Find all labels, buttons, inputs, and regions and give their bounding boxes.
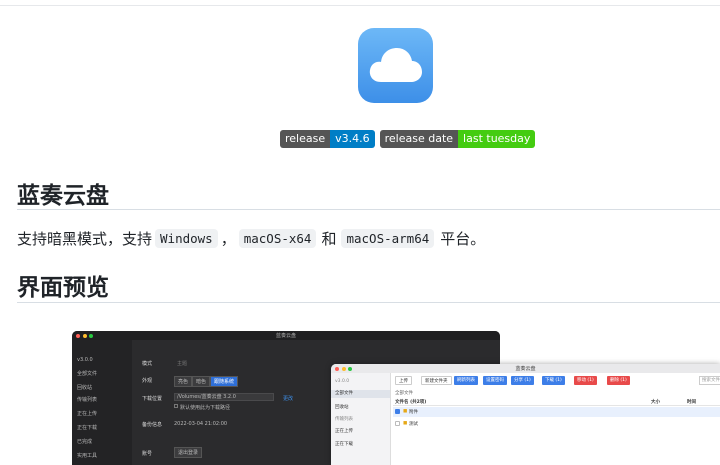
upload-button[interactable]: 上传 [395,376,412,385]
set-password-button[interactable]: 设置密码 [483,376,507,385]
header-size[interactable]: 大小 [651,399,660,405]
light-window-title: 蓝奏云盘 [515,366,536,372]
code-windows: Windows [155,229,218,248]
header-name[interactable]: 文件名 (共2项) [395,399,426,405]
light-sidebar-item[interactable]: 正在上传 [335,428,353,434]
theme-value: 主题 [177,361,188,367]
para-and: 和 [321,230,337,248]
release-date-badge-label: release date [379,130,459,148]
download-label: 下载位置 [142,396,163,402]
dark-sidebar-item: 回收站 [77,385,93,391]
logout-button[interactable]: 退出登录 [174,447,203,458]
para-prefix: 支持暗黑模式，支持 [17,230,153,248]
search-input[interactable]: 搜索文件 [699,376,720,385]
light-sidebar-item-active[interactable]: 全部文件 [331,390,390,398]
dark-sidebar-item: 传输列表 [77,397,98,403]
dark-sidebar-item: 实用工具 [77,453,98,459]
heading-lanzou: 蓝奏云盘 [17,183,109,209]
theme-label: 模式 [142,361,153,367]
light-sidebar-item: 传输列表 [335,417,353,422]
download-path-field[interactable]: /Volumes/蓝奏云盘 3.2.0 [174,393,274,401]
backup-value: 2022-03-04 21:02:00 [174,421,228,427]
new-folder-button[interactable]: 新建文件夹 [421,376,452,385]
delete-button[interactable]: 删除 (1) [607,376,630,385]
table-header [393,398,720,406]
para-suffix: 平台。 [440,230,486,248]
light-sidebar-item[interactable]: 正在下载 [335,441,353,447]
code-macos-arm64: macOS-arm64 [341,229,435,248]
table-row-selected[interactable] [393,407,720,417]
account-label: 账号 [142,451,153,457]
share-button[interactable]: 分享 (1) [511,376,534,385]
dark-sidebar-item: 正在下载 [77,425,98,431]
heading-preview: 界面预览 [17,275,109,301]
code-macos-x64: macOS-x64 [238,229,317,248]
dark-sidebar-item: 正在上传 [77,411,98,417]
row-checkbox-checked[interactable] [395,409,400,414]
row-checkbox[interactable] [395,421,400,426]
appearance-system[interactable]: 跟随系统 [210,376,239,387]
heading-rule [17,209,720,210]
release-badge[interactable]: release v3.4.6 [280,130,375,148]
app-logo-icon [358,28,433,103]
file-name[interactable]: 附件 [409,409,418,415]
breadcrumb[interactable]: 全部文件 [395,390,413,396]
dark-sidebar-item: 全部文件 [77,371,98,377]
folder-icon: ■ [403,421,408,426]
dark-window-title: 蓝奏云盘 [275,333,296,339]
dark-titlebar: 蓝奏云盘 [72,331,500,340]
change-path-link[interactable]: 更改 [283,395,293,402]
light-titlebar: 蓝奏云盘 [331,364,720,373]
light-mode-screenshot: 蓝奏云盘 v3.0.0 全部文件 回收站 传输列表 正在上传 正在下载 上传 新… [331,364,720,465]
cloud-icon [369,48,422,82]
support-paragraph: 支持暗黑模式，支持 Windows ， macOS-x64 和 macOS-ar… [17,228,485,249]
default-path-label: 默认使用此为下载路径 [180,405,231,411]
release-badge-label: release [280,130,331,148]
top-divider [0,5,720,6]
release-date-badge[interactable]: release date last tuesday [379,130,536,148]
light-sidebar: v3.0.0 全部文件 回收站 传输列表 正在上传 正在下载 [331,373,391,465]
appearance-label: 外观 [142,378,153,384]
file-name[interactable]: 测试 [409,421,418,427]
move-button[interactable]: 移动 (1) [574,376,597,385]
dark-sidebar-item: v3.0.0 [77,357,93,363]
appearance-dark[interactable]: 暗色 [192,376,211,387]
default-path-checkbox[interactable] [174,404,178,408]
appearance-light[interactable]: 亮色 [174,376,193,387]
dark-sidebar-item: 已完成 [77,439,93,445]
folder-icon: ■ [403,409,408,414]
heading-rule-2 [17,302,720,303]
backup-label: 备份信息 [142,422,163,428]
badge-row: release v3.4.6 release date last tuesday [280,130,536,148]
release-badge-value: v3.4.6 [330,130,375,148]
release-date-badge-value: last tuesday [458,130,536,148]
light-sidebar-item: v3.0.0 [335,379,350,384]
download-button[interactable]: 下载 (1) [542,376,565,385]
header-time[interactable]: 时间 [687,399,696,405]
para-sep: ， [220,230,236,248]
refresh-button[interactable]: 刷新列表 [454,376,478,385]
dark-sidebar: v3.0.0 全部文件 回收站 传输列表 正在上传 正在下载 已完成 实用工具 [72,340,132,465]
light-sidebar-item[interactable]: 回收站 [335,404,349,410]
